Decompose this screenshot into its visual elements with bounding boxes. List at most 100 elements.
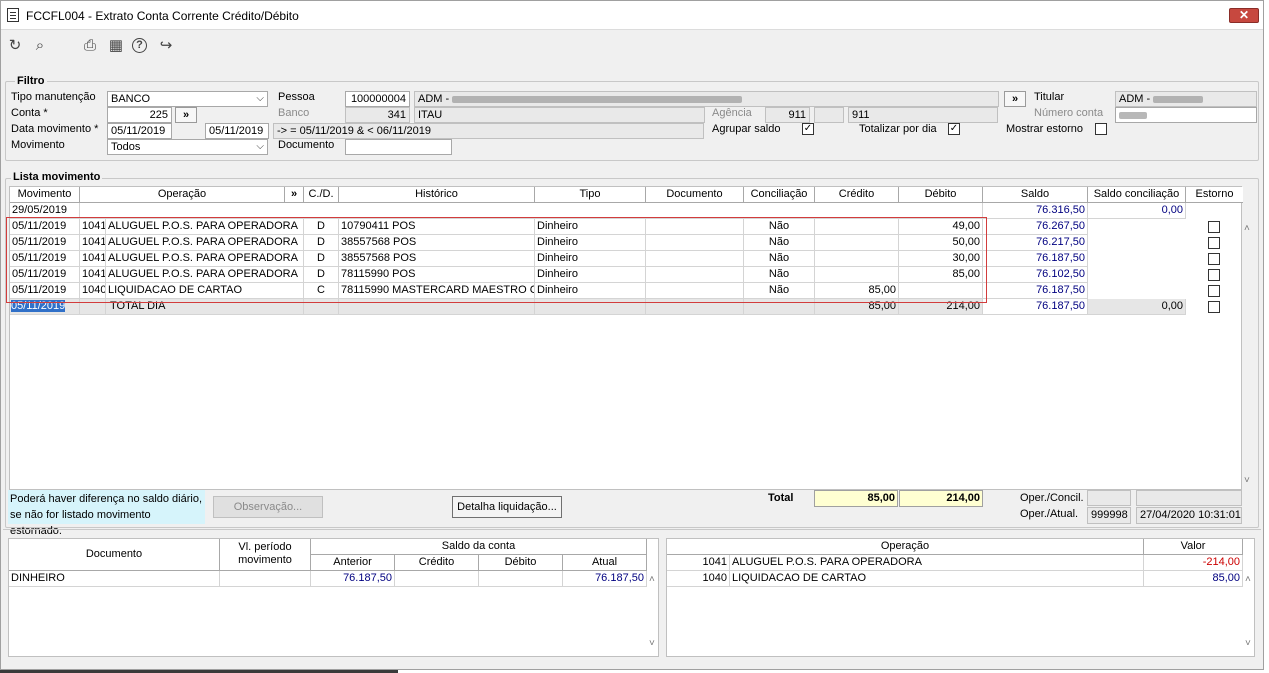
col-tipo[interactable]: Tipo — [535, 187, 646, 203]
pessoa-name: ADM - — [418, 93, 453, 105]
col-historico[interactable]: Histórico — [339, 187, 535, 203]
col-documento[interactable]: Documento — [646, 187, 744, 203]
note-line-2: se não for listado movimento estornado. — [10, 509, 151, 537]
document-icon — [7, 8, 19, 22]
saldo-note: Poderá haver diferença no saldo diário, s… — [8, 490, 205, 537]
col-estorno[interactable]: Estorno — [1186, 187, 1243, 203]
oper-concil-code — [1087, 490, 1131, 506]
oper-concil-date — [1136, 490, 1242, 506]
help-icon[interactable]: ? — [132, 38, 147, 53]
docs-col-credito: Crédito — [395, 555, 479, 571]
row-estorno-checkbox[interactable] — [1208, 221, 1220, 233]
lista-group-label: Lista movimento — [11, 171, 103, 183]
totalizar-label: Totalizar por dia — [859, 123, 937, 135]
pessoa-lookup-button[interactable]: » — [1004, 91, 1026, 107]
highlight-box — [6, 217, 987, 303]
row-estorno-checkbox[interactable] — [1208, 237, 1220, 249]
row-saldo: 76.267,50 — [983, 219, 1088, 235]
ops-row-name: LIQUIDACAO DE CARTAO — [730, 571, 1144, 587]
pessoa-field[interactable]: 100000004 — [345, 91, 410, 107]
col-more-button[interactable]: » — [285, 187, 304, 203]
movimento-select[interactable]: Todos ⌵ — [107, 139, 268, 155]
docs-row-debito — [479, 571, 563, 587]
pessoa-name-field: ADM - — [414, 91, 999, 107]
col-credito[interactable]: Crédito — [815, 187, 899, 203]
agrupar-saldo-checkbox[interactable]: ✓ — [802, 123, 814, 135]
redacted-text — [452, 95, 743, 103]
tipo-manutencao-select[interactable]: BANCO ⌵ — [107, 91, 268, 107]
docs-row-documento: DINHEIRO — [9, 571, 220, 587]
ops-row-code: 1041 — [667, 555, 730, 571]
total-debito: 214,00 — [899, 490, 983, 507]
scroll-down-icon[interactable]: ˅ — [649, 638, 655, 649]
row-estorno-checkbox[interactable] — [1208, 269, 1220, 281]
documento-field[interactable] — [345, 139, 452, 155]
row-estorno-checkbox[interactable] — [1208, 285, 1220, 297]
observacao-button[interactable]: Observação... — [213, 496, 323, 518]
documents-panel[interactable]: Documento Vl. período movimento Saldo da… — [8, 538, 659, 657]
scroll-up-icon[interactable]: ˄ — [1245, 574, 1251, 585]
agencia-digit-field — [814, 107, 844, 123]
conta-label: Conta * — [11, 107, 48, 119]
scroll-up-icon[interactable]: ˄ — [1244, 223, 1250, 234]
data-expression-field: -> = 05/11/2019 & < 06/11/2019 — [273, 123, 704, 139]
ops-col-valor: Valor — [1144, 539, 1243, 555]
col-saldo[interactable]: Saldo — [983, 187, 1088, 203]
ops-row-valor: 85,00 — [1144, 571, 1243, 587]
tipo-manutencao-label: Tipo manutenção — [11, 91, 96, 103]
total-label: Total — [768, 492, 794, 504]
row-estorno-checkbox[interactable] — [1208, 253, 1220, 265]
docs-row-atual: 76.187,50 — [563, 571, 647, 587]
ops-row-name: ALUGUEL P.O.S. PARA OPERADORA — [730, 555, 1144, 571]
movimento-label: Movimento — [11, 139, 65, 151]
scroll-up-icon[interactable]: ˄ — [649, 574, 655, 585]
conta-field[interactable]: 225 — [107, 107, 172, 123]
ops-row-valor: -214,00 — [1144, 555, 1243, 571]
docs-col-debito: Débito — [479, 555, 563, 571]
oper-atual-code: 999998 — [1087, 507, 1131, 524]
col-cd[interactable]: C./D. — [304, 187, 339, 203]
mostrar-estorno-checkbox[interactable] — [1095, 123, 1107, 135]
row-saldo: 76.187,50 — [983, 251, 1088, 267]
chevron-down-icon: ⌵ — [256, 141, 264, 152]
main-window: FCCFL004 - Extrato Conta Corrente Crédit… — [0, 0, 1264, 670]
col-operacao[interactable]: Operação — [80, 187, 285, 203]
detalha-liquidacao-button[interactable]: Detalha liquidação... — [452, 496, 562, 518]
data-to-field[interactable]: 05/11/2019 — [205, 123, 269, 139]
docs-col-documento: Documento — [9, 539, 220, 571]
calendar-icon[interactable]: ▦ — [107, 37, 125, 55]
mostrar-estorno-label: Mostrar estorno — [1006, 123, 1084, 135]
ops-row-code: 1040 — [667, 571, 730, 587]
col-saldo-conciliacao[interactable]: Saldo conciliação — [1088, 187, 1186, 203]
scroll-down-icon[interactable]: ˅ — [1244, 475, 1250, 486]
docs-col-anterior: Anterior — [311, 555, 395, 571]
refresh-icon[interactable]: ↻ — [6, 37, 24, 55]
documento-label: Documento — [278, 139, 335, 151]
agencia-code-field: 911 — [765, 107, 810, 123]
col-debito[interactable]: Débito — [899, 187, 983, 203]
titular-label: Titular — [1034, 91, 1065, 103]
titular-field: ADM - — [1115, 91, 1257, 107]
scroll-down-icon[interactable]: ˅ — [1245, 638, 1251, 649]
print-icon[interactable]: ⎙ — [81, 37, 99, 55]
docs-row-vl — [220, 571, 311, 587]
col-movimento[interactable]: Movimento — [10, 187, 80, 203]
docs-col-saldo-conta: Saldo da conta — [311, 539, 647, 555]
chevron-down-icon: ⌵ — [256, 93, 264, 104]
divider — [3, 529, 1261, 530]
close-button[interactable]: ✕ — [1229, 8, 1259, 23]
conta-lookup-button[interactable]: » — [175, 107, 197, 123]
docs-row-anterior: 76.187,50 — [311, 571, 395, 587]
note-line-1: Poderá haver diferença no saldo diário, — [10, 493, 203, 505]
totalizar-checkbox[interactable]: ✓ — [948, 123, 960, 135]
agencia-label: Agência — [712, 107, 752, 119]
opening-saldo-conc: 0,00 — [1088, 203, 1186, 219]
exit-icon[interactable]: ↪ — [157, 37, 175, 55]
col-conciliacao[interactable]: Conciliação — [744, 187, 815, 203]
operations-panel[interactable]: Operação Valor 1041 ALUGUEL P.O.S. PARA O… — [666, 538, 1255, 657]
title-bar: FCCFL004 - Extrato Conta Corrente Crédit… — [1, 1, 1263, 30]
row-saldo: 76.187,50 — [983, 283, 1088, 299]
search-icon[interactable]: ⌕ — [31, 37, 49, 55]
data-from-field[interactable]: 05/11/2019 — [107, 123, 172, 139]
total-dia-estorno-checkbox[interactable] — [1208, 301, 1220, 313]
